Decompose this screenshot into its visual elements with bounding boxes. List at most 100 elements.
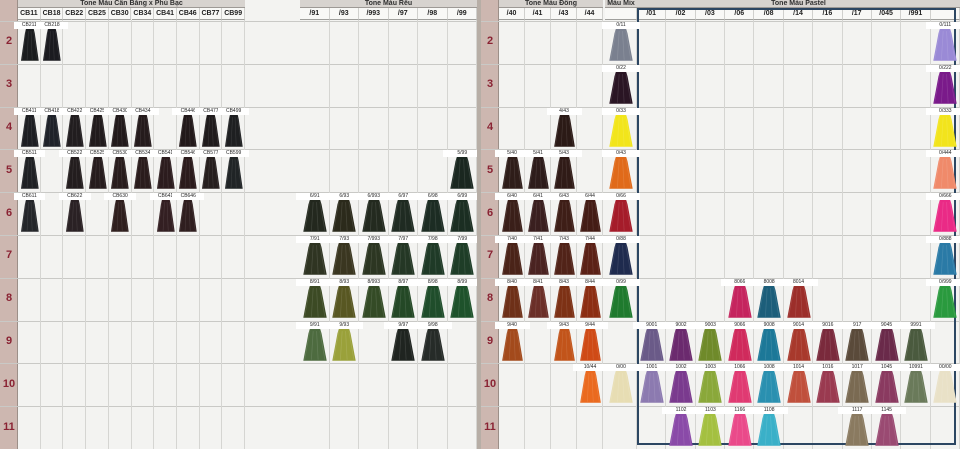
hair-swatch[interactable]: 7/91: [295, 236, 334, 275]
hair-swatch[interactable]: 9002: [662, 321, 701, 361]
hair-swatch[interactable]: 0/22: [602, 64, 640, 104]
hair-swatch[interactable]: CB599: [217, 150, 250, 190]
hair-swatch[interactable]: 9/91: [295, 321, 334, 361]
hair-strand-shape: [874, 371, 899, 404]
hair-strand-shape: [757, 371, 781, 404]
hair-swatch[interactable]: 8008: [750, 278, 789, 318]
hair-swatch[interactable]: 6/993: [354, 193, 393, 232]
hair-swatch[interactable]: 9/98: [413, 321, 452, 361]
hair-swatch[interactable]: 7/993: [354, 236, 393, 275]
hair-swatch[interactable]: 5/99: [443, 150, 477, 190]
hair-swatch[interactable]: 9066: [720, 321, 759, 361]
hair-swatch[interactable]: 6/44: [572, 193, 608, 232]
hair-swatch[interactable]: 10/44: [572, 364, 608, 404]
hair-swatch[interactable]: CB611: [13, 193, 46, 232]
hair-swatch[interactable]: 1016: [808, 364, 847, 404]
hair-swatch[interactable]: 9014: [779, 321, 818, 361]
column-gridline: [417, 20, 418, 449]
hair-swatch[interactable]: 1103: [691, 407, 730, 446]
hair-swatch[interactable]: 9016: [808, 321, 847, 361]
hair-swatch[interactable]: 0/11: [602, 22, 640, 61]
hair-swatch[interactable]: 9045: [867, 321, 906, 361]
row-level-label: 3: [486, 78, 494, 91]
hair-strand-shape: [816, 328, 840, 361]
hair-swatch[interactable]: 0/888: [926, 236, 960, 275]
hair-swatch[interactable]: 0/43: [602, 150, 640, 190]
hair-swatch[interactable]: 9/40: [494, 321, 530, 361]
hair-swatch[interactable]: 9003: [691, 321, 730, 361]
hair-swatch[interactable]: 6/93: [325, 193, 364, 232]
hair-strand-icon: [111, 200, 129, 232]
hair-swatch[interactable]: 1002: [662, 364, 701, 404]
hair-swatch[interactable]: 9991: [896, 321, 935, 361]
hair-swatch[interactable]: 8066: [720, 278, 759, 318]
hair-swatch[interactable]: 1108: [750, 407, 789, 446]
hair-swatch[interactable]: 6/97: [384, 193, 423, 232]
tone-column-header: /98: [418, 8, 448, 20]
hair-swatch[interactable]: 1102: [662, 407, 701, 446]
hair-swatch[interactable]: 1014: [779, 364, 818, 404]
hair-swatch[interactable]: 0/99: [602, 278, 640, 318]
hair-swatch[interactable]: 0/222: [926, 64, 960, 104]
hair-swatch[interactable]: 0/333: [926, 107, 960, 147]
hair-swatch[interactable]: 7/93: [325, 236, 364, 275]
hair-swatch[interactable]: 6/98: [413, 193, 452, 232]
hair-swatch[interactable]: 0/66: [602, 193, 640, 232]
hair-swatch[interactable]: 7/98: [413, 236, 452, 275]
hair-swatch[interactable]: 6/91: [295, 193, 334, 232]
hair-strand-shape: [698, 414, 723, 446]
hair-strand-shape: [20, 29, 39, 61]
hair-swatch[interactable]: 1066: [720, 364, 759, 404]
hair-swatch[interactable]: 0/666: [926, 193, 960, 232]
hair-swatch[interactable]: 9/93: [325, 321, 364, 361]
hair-swatch[interactable]: CB646: [172, 193, 205, 232]
hair-swatch[interactable]: CB630: [104, 193, 136, 232]
hair-swatch[interactable]: 1008: [750, 364, 789, 404]
hair-swatch[interactable]: 7/99: [443, 236, 477, 275]
hair-swatch[interactable]: 0/88: [602, 236, 640, 275]
hair-swatch[interactable]: 0/444: [926, 150, 960, 190]
hair-swatch[interactable]: 1017: [838, 364, 877, 404]
hair-swatch[interactable]: CB511: [13, 150, 46, 190]
hair-swatch[interactable]: CB218: [36, 22, 68, 61]
hair-swatch[interactable]: CB499: [217, 107, 250, 147]
hair-swatch[interactable]: 7/97: [384, 236, 423, 275]
hair-strand-icon: [579, 328, 601, 361]
hair-strand-shape: [904, 328, 928, 361]
hair-swatch[interactable]: 8/97: [384, 278, 423, 318]
hair-swatch[interactable]: 1003: [691, 364, 730, 404]
hair-swatch[interactable]: 8/98: [413, 278, 452, 318]
hair-swatch[interactable]: 1045: [867, 364, 906, 404]
hair-swatch[interactable]: 7/44: [572, 236, 608, 275]
hair-strand-icon: [527, 157, 549, 190]
hair-swatch[interactable]: 1117: [838, 407, 877, 446]
hair-swatch[interactable]: 9008: [750, 321, 789, 361]
hair-swatch[interactable]: 8/93: [325, 278, 364, 318]
hair-swatch[interactable]: 8/44: [572, 278, 608, 318]
hair-swatch[interactable]: CB622: [58, 193, 91, 232]
hair-swatch[interactable]: 4/43: [546, 107, 582, 147]
hair-swatch[interactable]: 0/999: [926, 278, 960, 318]
hair-swatch[interactable]: 8/91: [295, 278, 334, 318]
hair-swatch[interactable]: 8014: [779, 278, 818, 318]
hair-strand-icon: [362, 243, 386, 275]
hair-swatch[interactable]: 9/97: [384, 321, 423, 361]
hair-strand-icon: [133, 114, 152, 147]
hair-swatch[interactable]: 9001: [632, 321, 671, 361]
hair-swatch[interactable]: 6/99: [443, 193, 477, 232]
hair-swatch[interactable]: 8/99: [443, 278, 477, 318]
hair-swatch[interactable]: 1001: [632, 364, 671, 404]
hair-swatch[interactable]: CB434: [127, 107, 159, 147]
hair-swatch[interactable]: 0/111: [926, 22, 960, 61]
hair-swatch[interactable]: 1145: [867, 407, 906, 446]
hair-swatch[interactable]: 10991: [896, 364, 935, 404]
hair-swatch[interactable]: 8/993: [354, 278, 393, 318]
hair-swatch[interactable]: 9/44: [572, 321, 608, 361]
hair-swatch[interactable]: 00/00: [926, 364, 960, 404]
hair-swatch[interactable]: 0/33: [602, 107, 640, 147]
hair-swatch[interactable]: 5/43: [546, 150, 582, 190]
hair-swatch[interactable]: 917: [838, 321, 877, 361]
hair-swatch[interactable]: 0/00: [602, 364, 640, 404]
hair-strand-icon: [202, 157, 220, 190]
hair-swatch[interactable]: 1166: [720, 407, 759, 446]
